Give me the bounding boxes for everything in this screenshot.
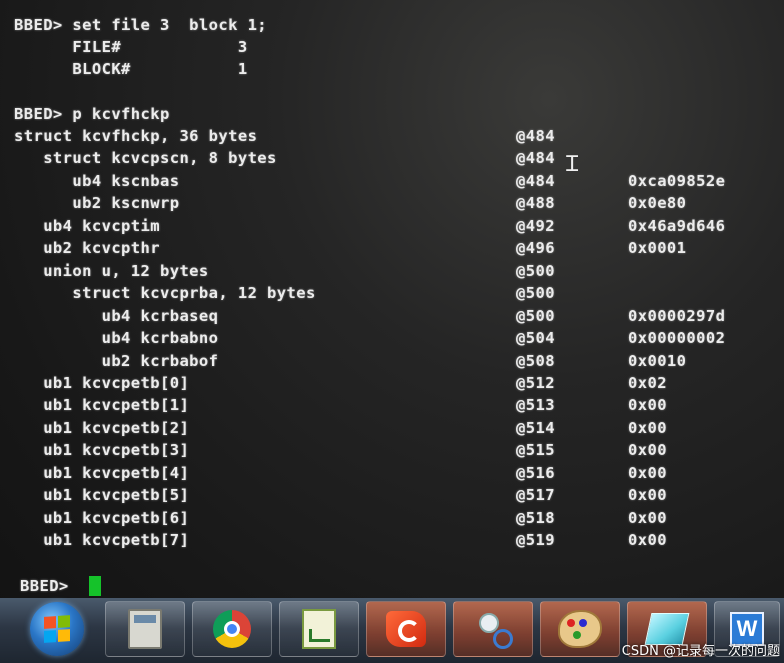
terminal-line: ub1 kcvcpetb[2] [14,418,190,437]
offset-value: @484 [516,127,555,145]
paint-icon [558,610,602,648]
csdn-watermark: CSDN @记录每一次的问题 [621,644,780,659]
terminal-line: ub1 kcvcpetb[6] [14,508,190,527]
terminal-line: ub1 kcvcpetb[1] [14,396,190,415]
terminal-line: FILE# 3 [14,38,248,57]
taskbar-app-snipping[interactable] [453,601,533,657]
hex-value: 0x00 [628,396,667,415]
offset-value: @504 [516,329,555,348]
offset-value: @515 [516,441,555,460]
terminal-line: BBED> p kcvfhckp [14,104,170,123]
hex-value: 0x46a9d646 [628,216,726,235]
offset-value: @512 [516,373,555,392]
start-button[interactable] [30,602,84,656]
hex-value: 0x0e80 [628,194,687,213]
taskbar-app-chrome[interactable] [192,601,272,657]
hex-value: 0x00 [628,463,667,482]
offset-value: @500 [516,306,555,325]
offset-value: @516 [516,463,555,482]
red-g-app-icon [386,611,426,647]
offset-value: @513 [516,396,555,415]
notepad-plus-plus-icon [302,609,336,649]
offset-value: @492 [516,216,555,235]
terminal-cursor [89,576,101,596]
hex-value: 0x00 [628,508,667,527]
taskbar-app-paint[interactable] [540,601,620,657]
terminal-line: ub2 kscnwrp [14,194,180,213]
terminal-line: struct kcvcpscn, 8 bytes [14,149,277,168]
offset-value: @517 [516,486,555,505]
hex-value: 0x00 [628,441,667,460]
offset-value: @488 [516,194,555,213]
terminal-line: struct kcvcprba, 12 bytes [14,284,316,303]
terminal-line: ub1 kcvcpetb[0] [14,373,190,392]
calculator-icon [128,609,162,649]
offset-value: @508 [516,351,555,370]
prompt: BBED> [20,577,69,595]
offset-value: @484 [516,149,555,168]
terminal-line: BBED> set file 3 block 1; [14,16,268,34]
terminal-window[interactable]: BBED> set file 3 block 1; FILE# 3 BLOCK#… [0,0,784,598]
hex-value: 0x00 [628,486,667,505]
offset-value: @500 [516,261,555,280]
taskbar-app-calculator[interactable] [105,601,185,657]
offset-value: @514 [516,418,555,437]
hex-value: 0x0010 [628,351,687,370]
screen: BBED> set file 3 block 1; FILE# 3 BLOCK#… [0,0,784,663]
hex-value: 0x02 [628,373,667,392]
terminal-line: ub2 kcrbabof [14,351,219,370]
terminal-line: ub1 kcvcpetb[5] [14,486,190,505]
snipping-tool-icon [475,611,513,649]
hex-value: 0x0001 [628,239,687,258]
chrome-icon [213,610,251,648]
windows-logo-icon [44,615,70,643]
offset-value: @496 [516,239,555,258]
taskbar-app-notepad[interactable] [279,601,359,657]
offset-value: @484 [516,171,555,190]
terminal-line: ub1 kcvcpetb[7] [14,531,190,550]
text-cursor-icon: Ɪ [566,152,579,177]
terminal-line: ub4 kscnbas [14,171,180,190]
terminal-line: ub4 kcvcptim [14,216,160,235]
terminal-line: ub4 kcrbaseq [14,306,219,325]
hex-value: 0xca09852e [628,171,726,190]
terminal-line: ub1 kcvcpetb[3] [14,441,190,460]
terminal-line: struct kcvfhckp, 36 bytes [14,127,258,145]
terminal-line: BLOCK# 1 [14,60,248,79]
terminal-line: union u, 12 bytes [14,261,209,280]
terminal-line: ub2 kcvcpthr [14,239,160,258]
hex-value: 0x0000297d [628,306,726,325]
hex-value: 0x00000002 [628,329,726,348]
offset-value: @500 [516,284,555,303]
taskbar-app-red-g[interactable] [366,601,446,657]
hex-value: 0x00 [628,418,667,437]
offset-value: @518 [516,508,555,527]
terminal-line: ub1 kcvcpetb[4] [14,463,190,482]
terminal-line: ub4 kcrbabno [14,329,219,348]
offset-value: @519 [516,531,555,550]
hex-value: 0x00 [628,531,667,550]
